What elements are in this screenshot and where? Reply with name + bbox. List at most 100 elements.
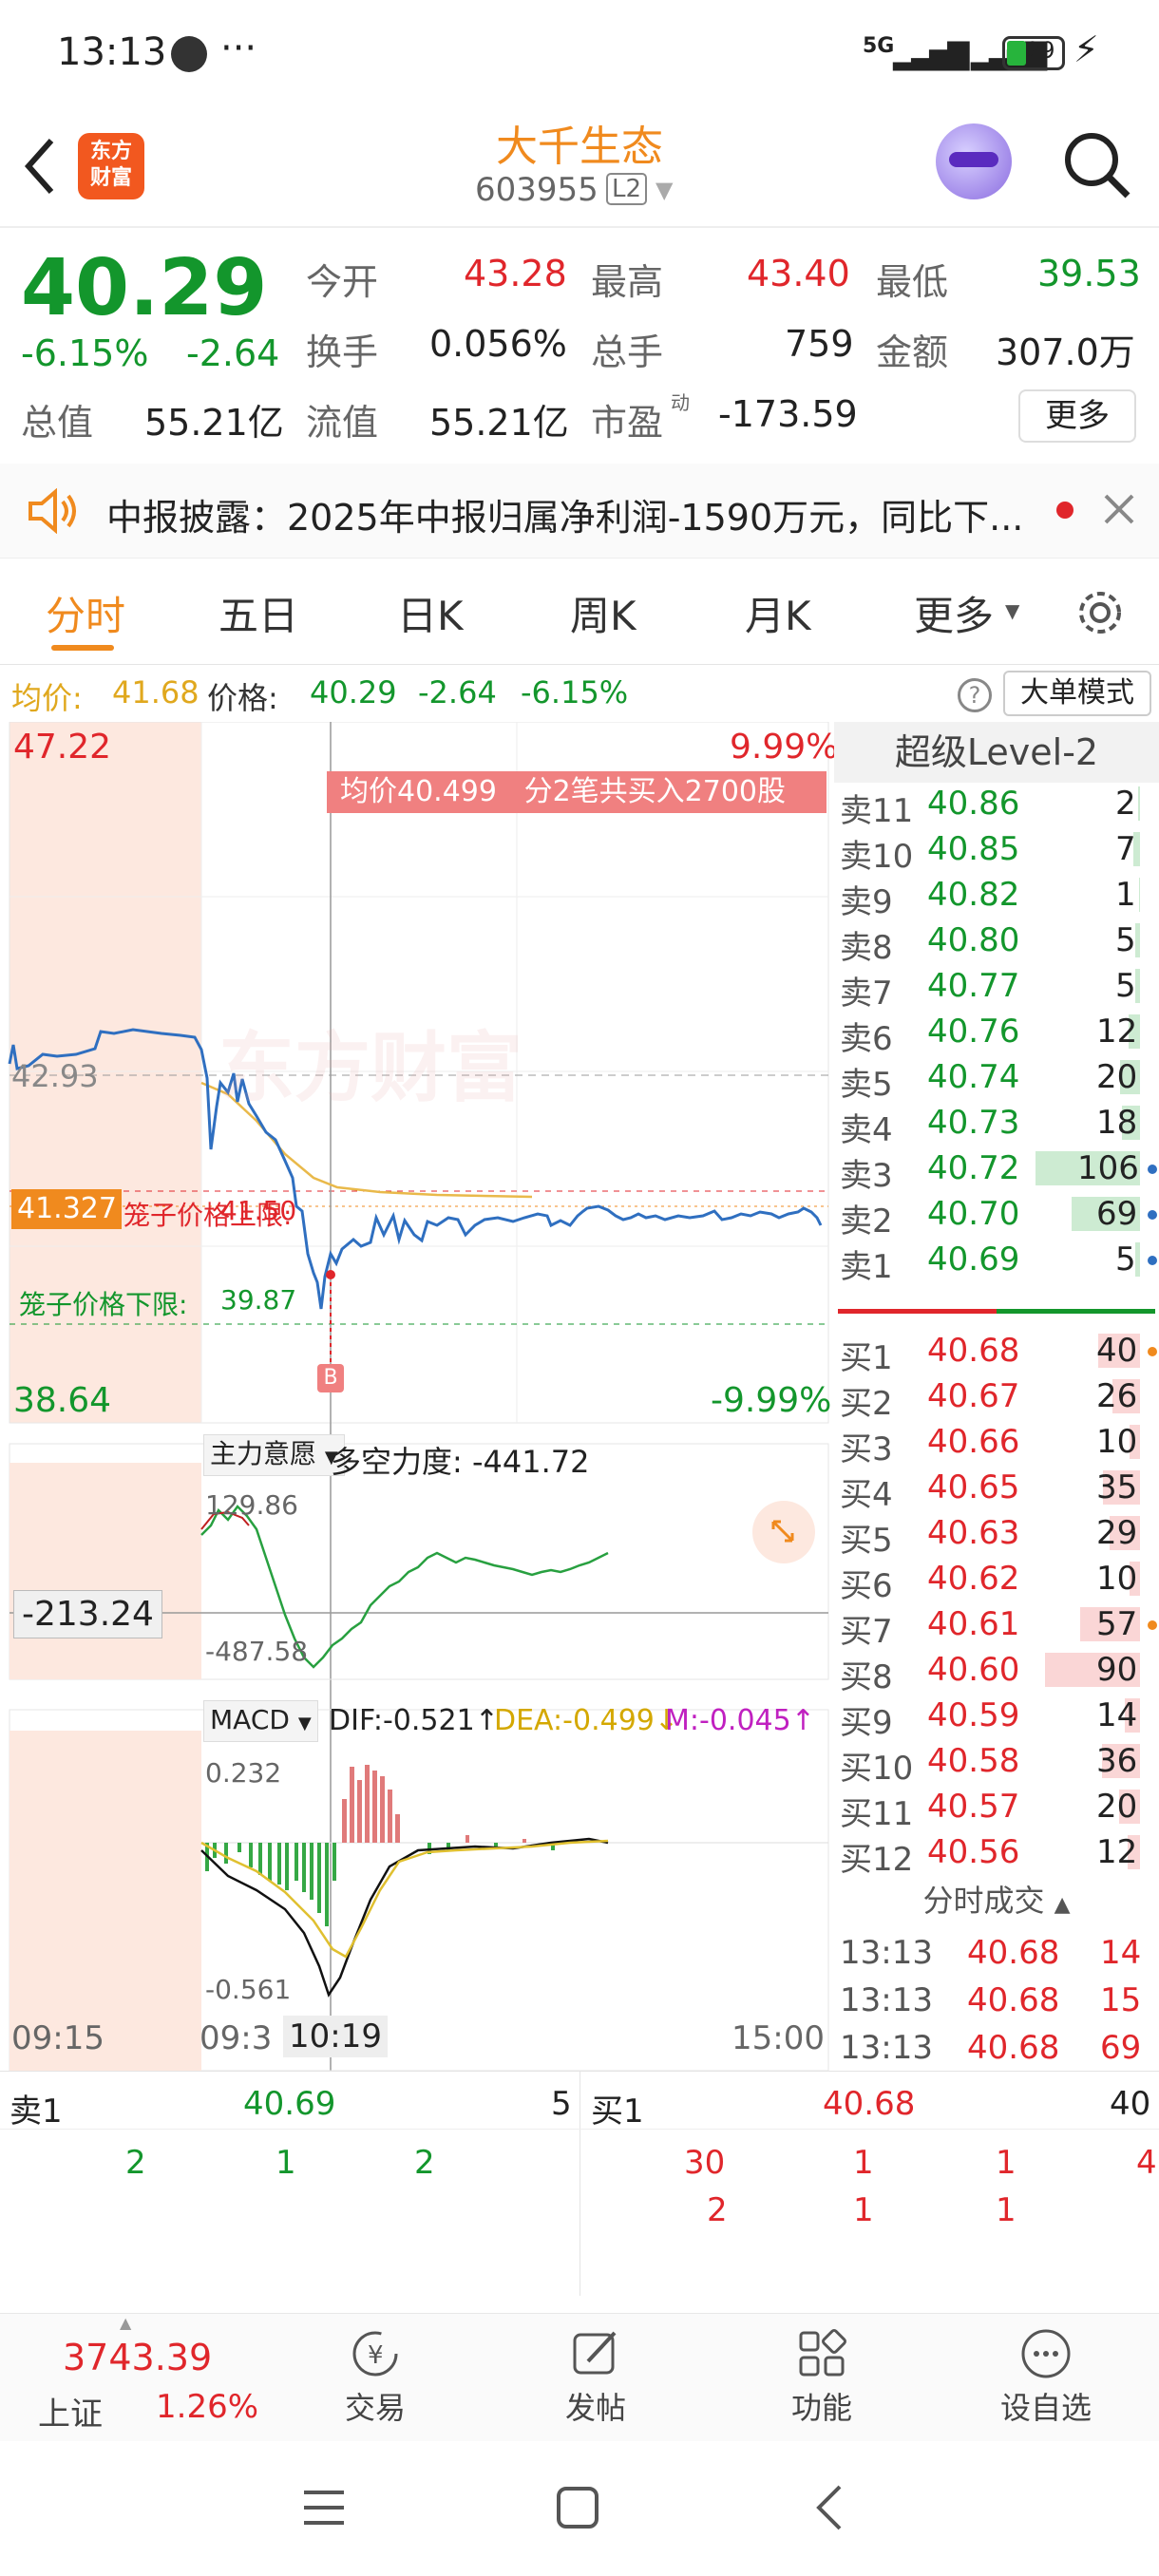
last-price: 40.29 (21, 243, 268, 333)
ask-row[interactable]: 卖5 40.74 20 (834, 1054, 1159, 1104)
pe-value: -173.59 (718, 393, 858, 435)
bid-price: 40.65 (927, 1468, 1020, 1506)
buy-queue-item: 2 (707, 2191, 728, 2229)
notice-text: 中报披露：2025年中报归属净利润-1590万元，同比下... (106, 497, 1024, 539)
bid-dot (1148, 1620, 1157, 1630)
bid-row[interactable]: 买5 40.63 29 (834, 1510, 1159, 1560)
ask-row[interactable]: 卖10 40.85 7 (834, 826, 1159, 876)
bid-row[interactable]: 买11 40.57 20 (834, 1784, 1159, 1833)
amount-value: 307.0万 (996, 331, 1135, 373)
ask-vol: 1 (1115, 876, 1136, 914)
trade-tooltip: 均价40.499 分2笔共买入2700股 (327, 771, 826, 813)
buy-queue-item: 4 (1136, 2144, 1157, 2182)
ask-price: 40.77 (927, 967, 1020, 1005)
tab-weekly-k[interactable]: 周K (570, 584, 636, 642)
search-icon[interactable] (1059, 127, 1135, 203)
post-tab[interactable]: 发帖 (534, 2327, 657, 2428)
trade-vol: 14 (1100, 1934, 1142, 1972)
bid-vol: 35 (1096, 1468, 1138, 1506)
bid-row[interactable]: 买12 40.56 12 (834, 1829, 1159, 1879)
queue-buy-vol: 40 (1110, 2085, 1151, 2123)
intraday-chart[interactable]: 47.22 9.99% 均价40.499 分2笔共买入2700股 东方财富 42… (0, 722, 838, 2071)
ask-label: 卖10 (840, 838, 914, 876)
ask-row[interactable]: 卖6 40.76 12 (834, 1009, 1159, 1058)
bid-row[interactable]: 买8 40.60 90 (834, 1647, 1159, 1696)
close-icon[interactable] (1100, 490, 1138, 528)
menu-icon[interactable] (300, 2487, 348, 2529)
bid-row[interactable]: 买1 40.68 40 (834, 1328, 1159, 1377)
bid-row[interactable]: 买3 40.66 10 (834, 1419, 1159, 1468)
bottom-price: 38.64 (13, 1381, 112, 1420)
macd-dif: DIF:-0.521↑ (329, 1704, 499, 1737)
ask-row[interactable]: 卖3 40.72 106 (834, 1146, 1159, 1195)
ask-row[interactable]: 卖2 40.70 69 (834, 1191, 1159, 1241)
time-cursor: 10:19 (283, 2016, 388, 2057)
indicator-select[interactable]: 主力意愿 ▼ (203, 1434, 345, 1476)
notice-bar[interactable]: 中报披露：2025年中报归属净利润-1590万元，同比下... (0, 464, 1159, 559)
bid-vol: 12 (1096, 1833, 1138, 1871)
bid-row[interactable]: 买10 40.58 36 (834, 1738, 1159, 1788)
big-order-mode-button[interactable]: 大单模式 (1003, 671, 1151, 716)
indicator-top: 129.86 (205, 1489, 298, 1521)
status-bar: 13:13 ··· 5G ▂▃▅▇ ▂▃▅▇ 29 ⚡ (0, 0, 1159, 114)
tab-five-day[interactable]: 五日 (218, 584, 298, 642)
ask-row[interactable]: 卖1 40.69 5 (834, 1237, 1159, 1286)
bid-label: 买11 (840, 1795, 914, 1833)
trade-row: 13:13 40.68 14 (834, 1930, 1159, 1976)
float-label: 流值 (306, 402, 379, 444)
index-ticker[interactable]: ▲ 3743.39 上证 1.26% (0, 2314, 258, 2442)
tab-more[interactable]: 更多 (914, 584, 994, 642)
expand-icon[interactable] (752, 1501, 815, 1563)
macd-dea: DEA:-0.499↓ (494, 1704, 679, 1737)
price-pct: -6.15% (521, 674, 629, 710)
trade-tab[interactable]: ¥ 交易 (314, 2327, 437, 2428)
bid-row[interactable]: 买4 40.65 35 (834, 1465, 1159, 1514)
pe-sup: 动 (671, 391, 690, 414)
more-button[interactable]: 更多 (1018, 389, 1136, 443)
chevron-down-icon[interactable]: ▼ (656, 177, 673, 203)
trades-header[interactable]: 分时成交 ▲ (834, 1877, 1159, 1930)
trade-time: 13:13 (840, 1934, 933, 1972)
help-icon[interactable]: ? (958, 678, 992, 712)
macd-m: M:-0.045↑ (665, 1704, 815, 1737)
bid-price: 40.63 (927, 1514, 1020, 1552)
tab-monthly-k[interactable]: 月K (745, 584, 811, 642)
buy-queue-item: 1 (853, 2191, 874, 2229)
ask-row[interactable]: 卖11 40.86 2 (834, 781, 1159, 830)
ask-row[interactable]: 卖8 40.80 5 (834, 918, 1159, 967)
bid-vol: 10 (1096, 1560, 1138, 1598)
stock-code: 603955 (475, 171, 598, 209)
ask-label: 卖8 (840, 929, 893, 967)
bid-row[interactable]: 买9 40.59 14 (834, 1693, 1159, 1742)
ask-row[interactable]: 卖4 40.73 18 (834, 1100, 1159, 1149)
book-divider (838, 1309, 1155, 1314)
ask-row[interactable]: 卖9 40.82 1 (834, 872, 1159, 921)
robot-avatar[interactable] (936, 123, 1012, 199)
buy-queue-item: 1 (996, 2144, 1016, 2182)
trade-vol: 69 (1100, 2029, 1142, 2067)
low-label: 最低 (876, 261, 949, 303)
pe-label: 市盈 (591, 402, 664, 444)
float-value: 55.21亿 (429, 402, 569, 444)
function-tab[interactable]: 功能 (760, 2327, 884, 2428)
ask-label: 卖11 (840, 792, 914, 830)
bid-row[interactable]: 买7 40.61 57 (834, 1601, 1159, 1651)
macd-select[interactable]: MACD ▼ (203, 1700, 318, 1742)
battery-icon: 29 (1002, 36, 1065, 70)
tab-intraday[interactable]: 分时 (46, 584, 125, 642)
back-nav-icon[interactable] (811, 2483, 849, 2532)
ask-row[interactable]: 卖7 40.77 5 (834, 963, 1159, 1013)
bid-vol: 40 (1096, 1332, 1138, 1370)
more-circle-icon (1021, 2329, 1071, 2378)
level2-panel: 超级Level-2 卖11 40.86 2 卖10 40.85 7 卖9 40.82 1 卖8 40… (834, 722, 1159, 2071)
ask-vol: 12 (1096, 1013, 1138, 1051)
watchlist-tab[interactable]: 设自选 (984, 2327, 1108, 2428)
bid-price: 40.62 (927, 1560, 1020, 1598)
turnover-value: 0.056% (429, 323, 567, 365)
bid-row[interactable]: 买6 40.62 10 (834, 1556, 1159, 1605)
tab-daily-k[interactable]: 日K (397, 584, 464, 642)
bid-label: 买2 (840, 1385, 893, 1423)
home-icon[interactable] (555, 2485, 600, 2530)
gear-icon[interactable] (1074, 586, 1127, 639)
bid-row[interactable]: 买2 40.67 26 (834, 1373, 1159, 1423)
